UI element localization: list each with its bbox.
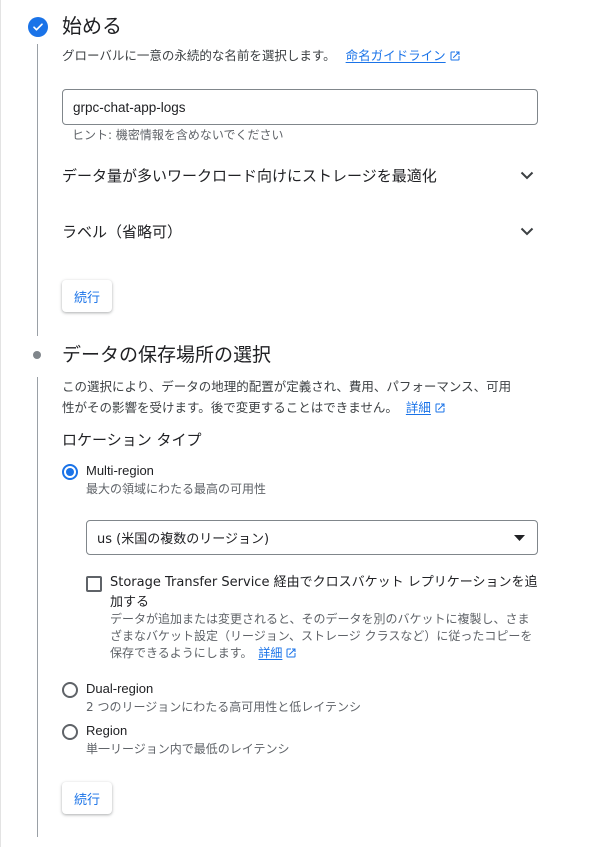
location-details-link[interactable]: 詳細 — [406, 400, 446, 415]
name-description-text: グローバルに一意の永続的な名前を選択します。 — [62, 48, 336, 63]
step-title-location[interactable]: データの保存場所の選択 — [62, 342, 271, 368]
multi-region-description: 最大の領域にわたる最高の可用性 — [86, 482, 267, 496]
dropdown-arrow-icon — [514, 534, 525, 541]
multi-region-radio[interactable] — [62, 464, 78, 480]
left-border — [0, 0, 1, 847]
name-description: グローバルに一意の永続的な名前を選択します。 命名ガイドライン — [62, 47, 461, 65]
dual-region-description: 2 つのリージョンにわたる高可用性と低レイテンシ — [86, 700, 361, 714]
location-description: この選択により、データの地理的配置が定義され、費用、パフォーマンス、可用 性がそ… — [62, 376, 542, 418]
bucket-name-input[interactable] — [62, 89, 538, 125]
cross-bucket-replication-checkbox[interactable] — [86, 576, 102, 592]
chevron-down-icon — [520, 171, 534, 179]
continue-button-location[interactable]: 続行 — [62, 782, 113, 814]
labels-expander[interactable]: ラベル（省略可） — [62, 217, 538, 245]
external-link-icon — [450, 51, 460, 61]
dual-region-label[interactable]: Dual-region — [86, 680, 153, 698]
step-title-get-started[interactable]: 始める — [62, 13, 122, 39]
location-description-line1: この選択により、データの地理的配置が定義され、費用、パフォーマンス、可用 — [62, 379, 512, 394]
replication-details-link[interactable]: 詳細 — [258, 646, 297, 660]
cross-bucket-replication-description: データが追加または変更されると、そのデータを別のバケットに複製し、さまざまなバケ… — [110, 612, 533, 660]
continue-button[interactable]: 続行 — [62, 280, 113, 312]
region-label[interactable]: Region — [86, 722, 127, 740]
region-description: 単一リージョン内で最低のレイテンシ — [86, 742, 290, 756]
region-radio[interactable] — [62, 724, 78, 740]
location-type-heading: ロケーション タイプ — [62, 431, 202, 449]
multi-region-select-value: us (米国の複数のリージョン) — [97, 532, 270, 547]
labels-expander-label: ラベル（省略可） — [62, 222, 183, 241]
step-indicator-dot — [33, 351, 41, 359]
naming-guidelines-link[interactable]: 命名ガイドライン — [346, 48, 461, 63]
optimize-storage-expander[interactable]: データ量が多いワークロード向けにストレージを最適化 — [62, 161, 538, 189]
chevron-down-icon — [520, 227, 534, 235]
multi-region-label[interactable]: Multi-region — [86, 462, 154, 480]
stepper-line — [37, 377, 38, 837]
multi-region-select[interactable]: us (米国の複数のリージョン) — [86, 520, 538, 555]
stepper-line — [37, 44, 38, 336]
external-link-icon — [286, 648, 296, 658]
name-hint: ヒント: 機密情報を含めないでください — [72, 128, 284, 142]
external-link-icon — [435, 403, 445, 413]
cross-bucket-replication-label[interactable]: Storage Transfer Service 経由でクロスバケット レプリケ… — [110, 573, 540, 613]
step-complete-check-icon — [28, 17, 48, 37]
optimize-storage-label: データ量が多いワークロード向けにストレージを最適化 — [62, 166, 437, 185]
dual-region-radio[interactable] — [62, 682, 78, 698]
location-description-line2: 性がその影響を受けます。後で変更することはできません。 詳細 — [62, 397, 542, 418]
